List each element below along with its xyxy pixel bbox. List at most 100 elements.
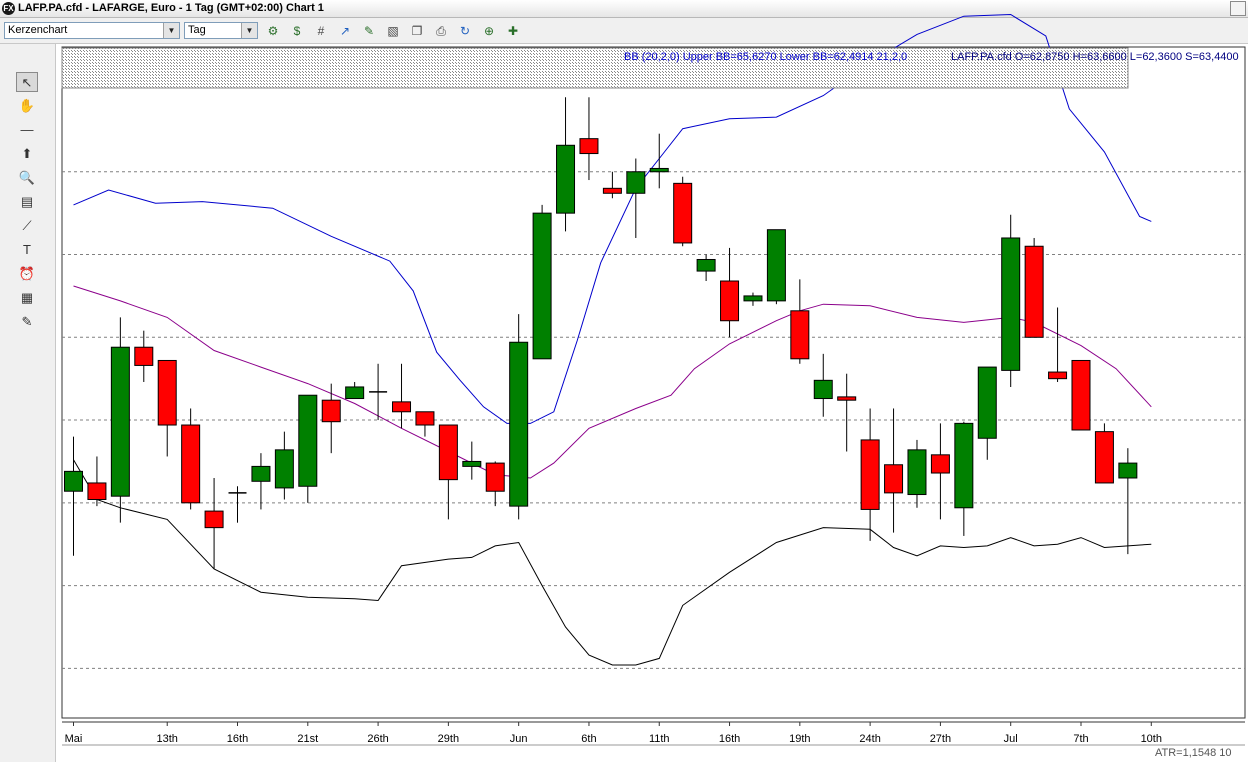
print-icon[interactable]: ⎙: [432, 22, 450, 40]
zoom-tool[interactable]: 🔍: [16, 168, 38, 188]
candle[interactable]: [1071, 359, 1091, 431]
candle[interactable]: [228, 486, 247, 523]
candle[interactable]: [345, 381, 365, 400]
candle[interactable]: [134, 330, 154, 382]
candle-body: [1094, 431, 1114, 484]
refresh-icon[interactable]: ↻: [456, 22, 474, 40]
fan-tool[interactable]: ⟋: [16, 216, 38, 236]
candle[interactable]: [579, 97, 599, 181]
candle[interactable]: [720, 247, 740, 338]
candle[interactable]: [274, 431, 294, 500]
candle-body: [509, 341, 529, 507]
candle-body: [977, 366, 997, 439]
candle[interactable]: [954, 421, 974, 536]
candle[interactable]: [907, 439, 927, 508]
candle[interactable]: [1024, 237, 1044, 338]
x-tick-label: 26th: [367, 733, 388, 745]
candle[interactable]: [649, 133, 669, 189]
candle-body: [157, 359, 177, 426]
grid-icon[interactable]: #: [312, 22, 330, 40]
calculator-tool[interactable]: ▦: [16, 288, 38, 308]
candle[interactable]: [1118, 448, 1138, 555]
candle[interactable]: [860, 408, 880, 541]
candle[interactable]: [485, 461, 505, 507]
candle-body: [110, 346, 130, 497]
alarm-tool[interactable]: ⏰: [16, 264, 38, 284]
candle[interactable]: [743, 292, 763, 306]
arrow-tool[interactable]: ⬆: [16, 144, 38, 164]
candle[interactable]: [602, 171, 622, 199]
candle[interactable]: [64, 436, 83, 556]
candle[interactable]: [87, 456, 107, 507]
zoom-icon[interactable]: ⊕: [480, 22, 498, 40]
candle[interactable]: [1001, 214, 1021, 387]
candle[interactable]: [837, 373, 857, 452]
trend-icon[interactable]: ↗: [336, 22, 354, 40]
candle[interactable]: [790, 279, 810, 364]
chart-type-select[interactable]: Kerzenchart ▼: [4, 22, 180, 39]
candle[interactable]: [813, 353, 833, 417]
candle[interactable]: [696, 254, 716, 282]
copy-icon[interactable]: ❐: [408, 22, 426, 40]
candle-body: [602, 187, 622, 194]
edit-icon[interactable]: ✎: [360, 22, 378, 40]
chevron-down-icon[interactable]: ▼: [163, 23, 179, 38]
candle-body: [1024, 245, 1044, 338]
candle[interactable]: [1094, 423, 1114, 484]
fibonacci-tool[interactable]: ▤: [16, 192, 38, 212]
candle-body: [298, 394, 318, 487]
candle[interactable]: [415, 411, 435, 437]
candle[interactable]: [369, 363, 388, 421]
candle[interactable]: [766, 229, 786, 305]
candle[interactable]: [930, 423, 950, 520]
candle[interactable]: [157, 359, 177, 457]
drawing-tools-sidebar: ↖ ✋ — ⬆ 🔍 ▤ ⟋ T ⏰ ▦ ✎: [0, 44, 56, 762]
candle-body: [438, 424, 458, 481]
draw-icon[interactable]: ▧: [384, 22, 402, 40]
middle-band-line: [73, 285, 1152, 479]
candle-body: [556, 144, 576, 214]
add-study-icon[interactable]: $: [288, 22, 306, 40]
candle[interactable]: [532, 204, 552, 360]
interval-select[interactable]: Tag ▼: [184, 22, 258, 39]
candle[interactable]: [181, 408, 201, 510]
candle[interactable]: [626, 158, 646, 238]
candle[interactable]: [321, 383, 341, 454]
settings-icon[interactable]: ✚: [504, 22, 522, 40]
x-tick-label: 29th: [438, 733, 459, 745]
candle-body: [930, 454, 950, 474]
candle[interactable]: [509, 314, 529, 520]
candle[interactable]: [251, 453, 271, 510]
x-tick-label: 27th: [930, 733, 951, 745]
x-axis: Mai 13th 16th 21st 26th 29th Jun 6th 11th 16th 19t…: [65, 722, 1162, 745]
atr-indicator-text: ATR=1,1548 10: [1155, 747, 1232, 759]
candle[interactable]: [556, 97, 576, 232]
candle[interactable]: [462, 441, 482, 480]
candle[interactable]: [392, 363, 412, 429]
add-indicator-icon[interactable]: ⚙: [264, 22, 282, 40]
price-chart[interactable]: BB (20,2,0) Upper BB=65,6270 Lower BB=62…: [0, 0, 1248, 762]
candle[interactable]: [1048, 307, 1068, 382]
interval-value: Tag: [188, 24, 206, 36]
x-tick-label: 13th: [157, 733, 178, 745]
chevron-down-icon[interactable]: ▼: [241, 23, 257, 38]
pointer-tool[interactable]: ↖: [16, 72, 38, 92]
plot-border: [61, 46, 1246, 719]
x-tick-label: 24th: [859, 733, 880, 745]
candle-body: [860, 439, 880, 510]
candle[interactable]: [884, 408, 904, 533]
candle[interactable]: [298, 394, 318, 503]
candle[interactable]: [204, 477, 224, 570]
window-control-button[interactable]: [1230, 1, 1246, 16]
hand-tool[interactable]: ✋: [16, 96, 38, 116]
paint-tool[interactable]: ✎: [16, 312, 38, 332]
chart-frame: [61, 46, 1246, 746]
candle[interactable]: [977, 366, 997, 460]
line-tool[interactable]: —: [16, 120, 38, 140]
text-tool[interactable]: T: [16, 240, 38, 260]
candle[interactable]: [673, 176, 693, 247]
candle-body: [696, 258, 716, 272]
candle[interactable]: [110, 317, 130, 523]
candle[interactable]: [438, 424, 458, 520]
x-tick-label: Mai: [65, 733, 83, 745]
